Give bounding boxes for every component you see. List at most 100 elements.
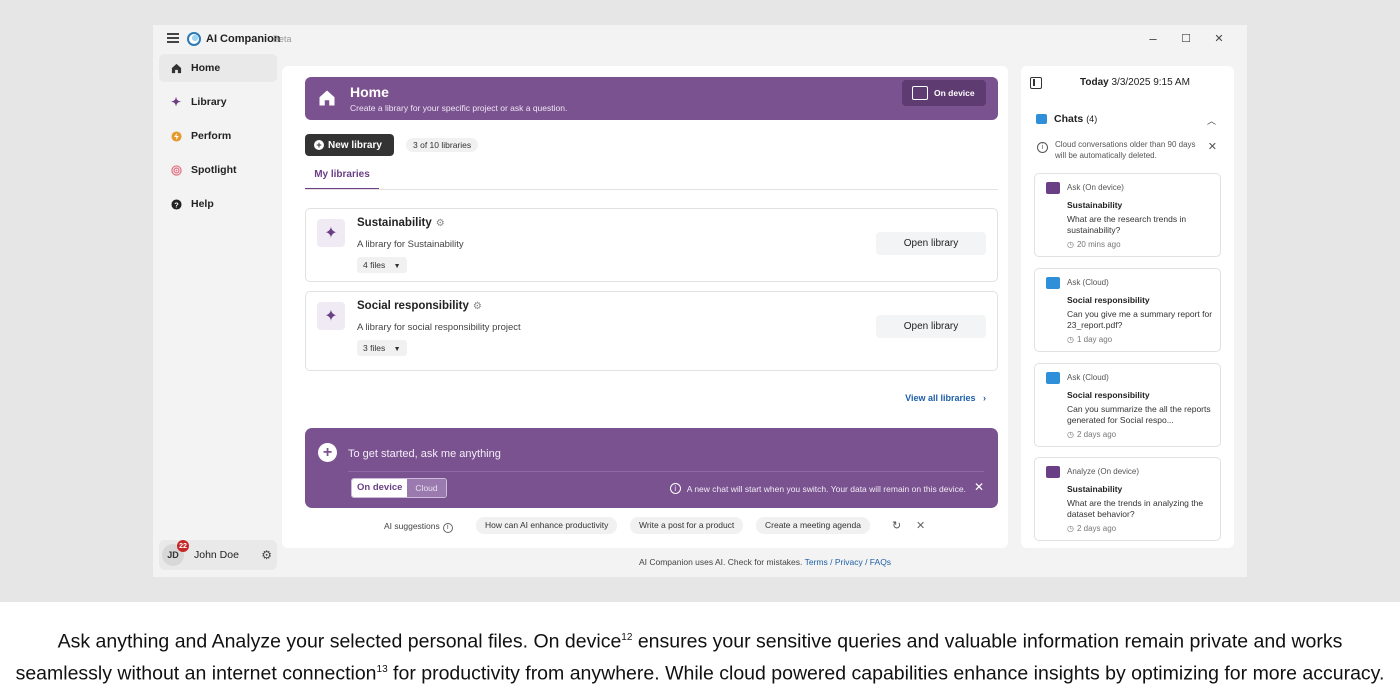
chat-time: ◷ 20 mins ago	[1067, 240, 1121, 249]
chats-header[interactable]: Chats (4)	[1036, 113, 1097, 125]
sparkle-icon: ✦	[170, 95, 182, 109]
chat-question: What are the research trends in sustaina…	[1067, 214, 1187, 235]
target-icon	[170, 164, 182, 176]
chat-question: Can you give me a summary report for 23_…	[1067, 309, 1213, 330]
panel-toggle-icon[interactable]	[1030, 77, 1042, 89]
view-all-libraries-link[interactable]: View all libraries ›	[905, 393, 986, 403]
sidebar-item-perform[interactable]: Perform	[159, 122, 277, 150]
suggestion-chip[interactable]: How can AI enhance productivity	[476, 517, 618, 534]
library-count: 3 of 10 libraries	[406, 138, 479, 152]
open-library-button[interactable]: Open library	[876, 232, 986, 255]
caption-line2-a: seamlessly without an internet connectio…	[15, 662, 377, 684]
sidebar-item-library[interactable]: ✦ Library	[159, 88, 277, 116]
library-card: ✦ Social responsibility ⚙ A library for s…	[305, 291, 998, 371]
files-count: 4 files	[363, 260, 386, 270]
suggestion-chip[interactable]: Write a post for a product	[630, 517, 744, 534]
chat-card[interactable]: Analyze (On device) Sustainability What …	[1034, 457, 1221, 541]
info-icon[interactable]: i	[442, 523, 453, 533]
chat-title: Sustainability	[1067, 200, 1123, 210]
today-label: Today	[1080, 77, 1109, 88]
chevron-up-icon[interactable]: ︿	[1207, 114, 1216, 127]
notification-badge: 22	[177, 540, 189, 552]
cloud-chat-icon	[1046, 372, 1060, 384]
chat-time-text: 1 day ago	[1076, 335, 1113, 344]
on-device-chat-icon	[1046, 182, 1060, 194]
library-settings-icon[interactable]: ⚙	[473, 301, 482, 312]
mode-cloud-button[interactable]: Cloud	[407, 479, 446, 497]
ask-input[interactable]: To get started, ask me anything	[348, 448, 501, 460]
main-panel: Home Create a library for your specific …	[282, 66, 1008, 548]
mode-on-device-button[interactable]: On device	[352, 479, 408, 497]
library-name-row: Social responsibility ⚙	[357, 300, 482, 312]
files-dropdown[interactable]: 4 files ▼	[357, 257, 407, 273]
files-dropdown[interactable]: 3 files ▼	[357, 340, 407, 356]
close-button[interactable]: ✕	[1211, 32, 1227, 45]
close-icon[interactable]: ✕	[1208, 142, 1217, 153]
chat-card[interactable]: Ask (Cloud) Social responsibility Can yo…	[1034, 363, 1221, 447]
retention-notice: i Cloud conversations older than 90 days…	[1037, 139, 1227, 161]
footer: AI Companion uses AI. Check for mistakes…	[153, 557, 1247, 567]
app-logo-icon	[187, 32, 201, 46]
chat-time-text: 2 days ago	[1076, 524, 1117, 533]
chat-type: Ask (Cloud)	[1067, 373, 1109, 382]
chevron-down-icon: ▼	[393, 346, 401, 353]
new-library-button[interactable]: + New library	[305, 134, 394, 156]
footnote-12: 12	[621, 632, 633, 643]
clock-icon: ◷	[1067, 524, 1074, 533]
chat-icon	[1036, 114, 1047, 124]
minimize-button[interactable]: –	[1145, 31, 1161, 46]
bolt-icon	[170, 130, 182, 142]
today-value: 3/3/2025 9:15 AM	[1111, 77, 1190, 88]
sparkle-icon: ✦	[317, 219, 345, 247]
chevron-right-icon: ›	[983, 393, 986, 403]
ask-box: + To get started, ask me anything On dev…	[305, 428, 998, 508]
tab-my-libraries[interactable]: My libraries	[305, 164, 379, 190]
library-settings-icon[interactable]: ⚙	[436, 218, 445, 229]
chat-type: Analyze (On device)	[1067, 467, 1140, 476]
sidebar-item-label: Home	[191, 62, 221, 74]
chat-time-text: 2 days ago	[1076, 430, 1117, 439]
sidebar-item-spotlight[interactable]: Spotlight	[159, 156, 277, 184]
chat-card[interactable]: Ask (On device) Sustainability What are …	[1034, 173, 1221, 257]
caption-line1-b: ensures your sensitive queries and valua…	[632, 630, 1343, 653]
chat-type: Ask (On device)	[1067, 183, 1124, 192]
home-icon	[318, 89, 336, 112]
footnote-13: 13	[376, 663, 388, 675]
sidebar-item-home[interactable]: Home	[159, 54, 277, 82]
app-title: AI Companion	[206, 33, 281, 45]
title-bar: AI Companion Beta – ☐ ✕	[153, 25, 1247, 53]
mode-info: i A new chat will start when you switch.…	[669, 483, 966, 494]
chat-time-text: 20 mins ago	[1076, 240, 1121, 249]
footer-links[interactable]: Terms / Privacy / FAQs	[805, 557, 891, 567]
view-all-label: View all libraries	[905, 393, 976, 403]
chat-card[interactable]: Ask (Cloud) Social responsibility Can yo…	[1034, 268, 1221, 352]
page-title: Home	[350, 84, 389, 100]
sidebar-item-label: Perform	[191, 130, 232, 142]
footer-text: AI Companion uses AI. Check for mistakes…	[638, 557, 803, 567]
add-attachment-icon[interactable]: +	[318, 443, 337, 462]
sidebar-item-help[interactable]: ? Help	[159, 190, 277, 218]
refresh-icon[interactable]: ↻	[892, 519, 901, 532]
sidebar: Home ✦ Library Perform Spotlight ? Help	[153, 53, 281, 577]
hamburger-menu-icon[interactable]	[167, 33, 179, 45]
on-device-chat-icon	[1046, 466, 1060, 478]
close-icon[interactable]: ✕	[974, 480, 984, 494]
maximize-button[interactable]: ☐	[1178, 32, 1194, 45]
marketing-caption: Ask anything and Analyze your selected p…	[0, 624, 1400, 687]
clock-icon: ◷	[1067, 430, 1074, 439]
clock-icon: ◷	[1067, 240, 1074, 249]
chat-title: Social responsibility	[1067, 295, 1150, 305]
close-icon[interactable]: ✕	[916, 519, 925, 532]
on-device-indicator[interactable]: On device	[902, 80, 986, 106]
right-panel: Today 3/3/2025 9:15 AM Chats (4) ︿ i Clo…	[1021, 66, 1234, 548]
chat-question: What are the trends in analyzing the dat…	[1067, 498, 1204, 519]
app-window: AI Companion Beta – ☐ ✕ Home ✦ Library P…	[153, 25, 1247, 577]
svg-text:?: ?	[174, 200, 179, 209]
open-library-button[interactable]: Open library	[876, 315, 986, 338]
beta-label: Beta	[273, 34, 292, 44]
files-count: 3 files	[363, 343, 386, 353]
library-name-row: Sustainability ⚙	[357, 217, 445, 229]
help-icon: ?	[170, 198, 182, 210]
chats-count: (4)	[1086, 114, 1098, 124]
suggestion-chip[interactable]: Create a meeting agenda	[756, 517, 870, 534]
